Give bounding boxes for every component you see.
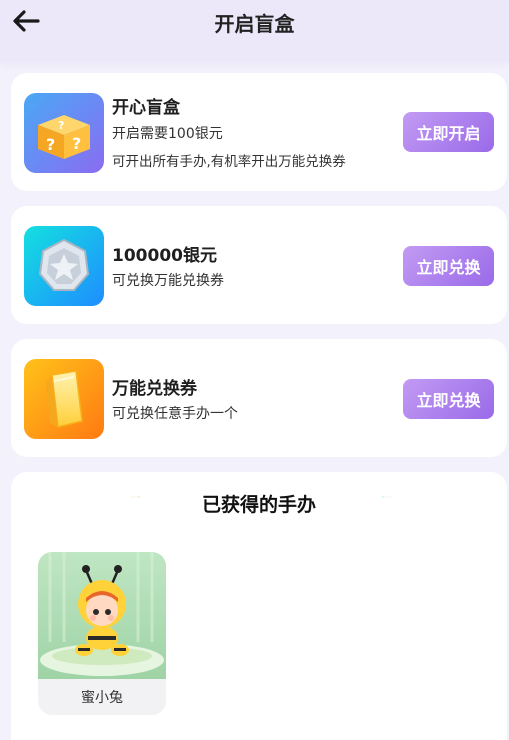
figure-item[interactable]: 蜜小兔 xyxy=(38,552,166,715)
card-title: 万能兑换券 xyxy=(112,379,197,399)
figure-name: 蜜小兔 xyxy=(81,690,123,706)
right-decoration-icon xyxy=(382,496,392,498)
card-description: 可兑换任意手办一个 xyxy=(112,406,238,422)
exchange-now-button[interactable]: 立即兑换 xyxy=(403,379,494,419)
svg-text:?: ? xyxy=(58,119,64,132)
exchange-now-button[interactable]: 立即兑换 xyxy=(403,246,494,286)
card-description: 可开出所有手办,有机率开出万能兑换券 xyxy=(112,154,346,170)
svg-text:?: ? xyxy=(46,135,55,154)
card-description: 可兑换万能兑换券 xyxy=(112,273,224,289)
section-title: 已获得的手办 xyxy=(201,494,316,516)
svg-text:?: ? xyxy=(72,134,81,153)
golden-ticket-icon xyxy=(24,359,104,439)
silver-exchange-card: 100000银元 可兑换万能兑换券 立即兑换 xyxy=(11,206,507,324)
card-title: 开心盲盒 xyxy=(112,98,180,118)
card-cost-text: 开启需要100银元 xyxy=(112,126,223,142)
bee-doll-figure xyxy=(38,552,166,679)
open-now-button[interactable]: 立即开启 xyxy=(403,112,494,152)
obtained-figures-section: 已获得的手办 蜜小兔 xyxy=(11,472,507,740)
card-title: 100000银元 xyxy=(112,246,217,266)
page-title: 开启盲盒 xyxy=(214,12,295,36)
silver-coin-icon xyxy=(24,226,104,306)
voucher-exchange-card: 万能兑换券 可兑换任意手办一个 立即兑换 xyxy=(11,339,507,457)
mystery-box-icon: ? ? ? xyxy=(24,93,104,173)
blind-box-card: ? ? ? 开心盲盒 开启需要100银元 可开出所有手办,有机率开出万能兑换券 … xyxy=(11,73,507,191)
top-bar: 开启盲盒 xyxy=(0,0,509,62)
